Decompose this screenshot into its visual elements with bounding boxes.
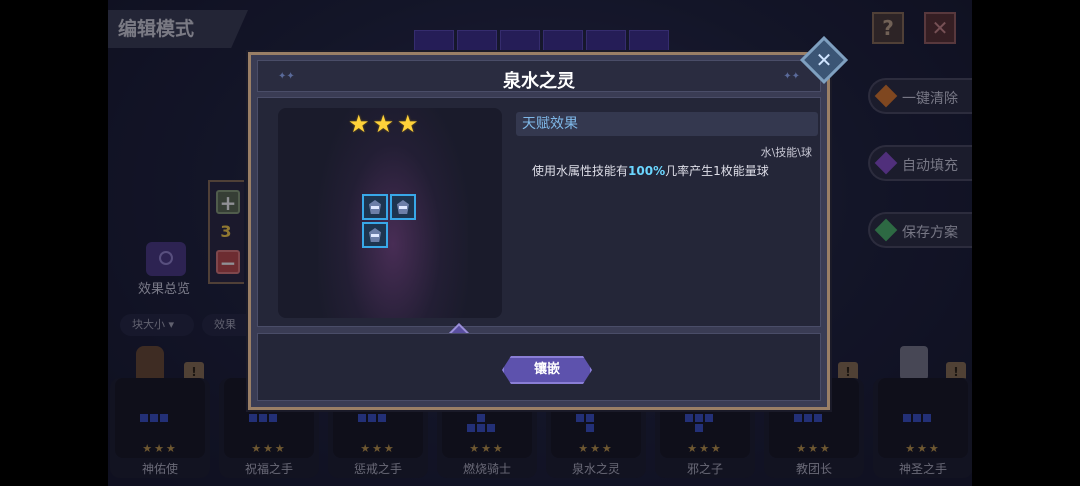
star-icon: ★ <box>397 110 419 138</box>
talent-tags: 水\技能\球 <box>760 146 812 159</box>
talent-desc-suffix: 几率产生1枚能量球 <box>665 164 769 178</box>
dialog-title: 泉水之灵 <box>503 71 575 92</box>
relic-preview: ★ ★ ★ <box>278 108 502 318</box>
game-screen: 编辑模式 ? ✕ 一键清除 自动填充 保存方案 + 3 − 效果总览 块大小 ▾… <box>108 0 972 486</box>
header-ornament: ✦✦ <box>783 71 800 82</box>
water-spirit-piece <box>390 194 416 220</box>
water-spirit-piece <box>362 194 388 220</box>
talent-panel: 天赋效果 水\技能\球 使用水属性技能有100%几率产生1枚能量球 <box>516 108 818 318</box>
relic-detail-dialog: ✦✦ 泉水之灵 ✦✦ ✕ ★ ★ ★ ⟲ 天赋 <box>248 35 849 410</box>
talent-desc-highlight: 100% <box>628 164 666 178</box>
close-icon: ✕ <box>815 48 833 72</box>
dialog-footer: 镶嵌 <box>257 333 821 401</box>
star-rating: ★ ★ ★ <box>348 110 419 138</box>
dialog-body: ★ ★ ★ ⟲ 天赋效果 水\技能\球 使用水属性技能有100%几率产生1枚能量… <box>257 97 821 372</box>
star-icon: ★ <box>372 110 395 138</box>
talent-desc-prefix: 使用水属性技能有 <box>532 164 629 178</box>
embed-button[interactable]: 镶嵌 <box>502 356 592 384</box>
star-icon: ★ <box>348 110 370 138</box>
talent-description: 使用水属性技能有100%几率产生1枚能量球 <box>532 162 769 179</box>
talent-heading: 天赋效果 <box>516 112 818 136</box>
dialog-header: ✦✦ 泉水之灵 ✦✦ <box>257 60 821 92</box>
water-spirit-piece <box>362 222 388 248</box>
